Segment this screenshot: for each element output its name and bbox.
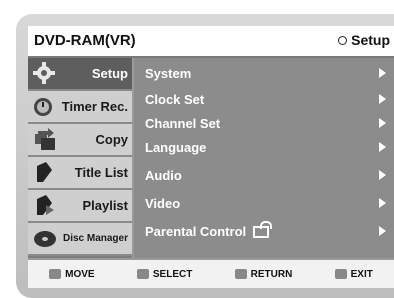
footer-exit-label: EXIT xyxy=(350,268,373,280)
menu-item-label: Clock Set xyxy=(145,91,205,107)
menu-item-parental-control[interactable]: Parental Control xyxy=(134,219,394,243)
sidebar-item-label: Timer Rec. xyxy=(61,99,128,114)
mode-label: Setup xyxy=(351,32,390,48)
sidebar-item-label: Disc Manager xyxy=(62,233,128,244)
sidebar-item-label: Copy xyxy=(95,132,129,147)
menu-item-label: Video xyxy=(145,195,181,211)
arrow-right-icon xyxy=(379,68,386,78)
menu-item-label: Channel Set xyxy=(145,115,221,131)
footer-exit: EXIT xyxy=(334,268,373,280)
arrow-right-icon xyxy=(379,198,386,208)
menu-item-label: Parental Control xyxy=(145,223,247,239)
sidebar-item-label: Playlist xyxy=(82,198,128,213)
setup-menu: System Clock Set Channel Set Language Au… xyxy=(134,58,394,258)
arrow-right-icon xyxy=(379,118,386,128)
footer-return-label: RETURN xyxy=(250,268,293,280)
return-icon xyxy=(234,269,247,279)
copy-icon xyxy=(35,128,55,150)
sidebar-item-disc-manager[interactable]: Disc Manager xyxy=(28,223,132,256)
menu-item-language[interactable]: Language xyxy=(134,135,394,159)
lock-icon xyxy=(253,221,273,238)
clock-icon xyxy=(34,98,52,116)
sidebar-item-label: Setup xyxy=(91,66,128,81)
header-bar: DVD-RAM(VR) Setup xyxy=(28,26,394,58)
sidebar-item-label: Title List xyxy=(74,165,128,180)
footer-return: RETURN xyxy=(234,268,293,280)
sidebar-item-copy[interactable]: Copy xyxy=(28,124,132,157)
menu-item-audio[interactable]: Audio xyxy=(134,163,394,187)
sidebar-item-playlist[interactable]: Playlist xyxy=(28,190,132,223)
footer-select-label: SELECT xyxy=(152,268,193,280)
menu-item-system[interactable]: System xyxy=(134,61,394,85)
select-icon xyxy=(136,269,149,279)
disc-icon xyxy=(34,231,56,247)
mode-indicator: Setup xyxy=(338,32,390,48)
title-list-icon xyxy=(37,162,52,182)
playlist-icon xyxy=(37,195,54,215)
arrow-right-icon xyxy=(379,226,386,236)
menu-item-label: System xyxy=(145,65,192,81)
menu-item-label: Language xyxy=(145,139,207,155)
arrow-right-icon xyxy=(379,94,386,104)
menu-item-video[interactable]: Video xyxy=(134,191,394,215)
sidebar-item-setup[interactable]: Setup xyxy=(28,58,132,91)
move-icon xyxy=(49,269,62,279)
sidebar: Setup Timer Rec. Copy Title List Playlis… xyxy=(28,58,132,258)
disc-type-title: DVD-RAM(VR) xyxy=(34,32,136,49)
menu-item-clock-set[interactable]: Clock Set xyxy=(134,87,394,111)
footer-move-label: MOVE xyxy=(65,268,95,280)
sidebar-item-timer-rec[interactable]: Timer Rec. xyxy=(28,91,132,124)
sidebar-item-title-list[interactable]: Title List xyxy=(28,157,132,190)
menu-item-label: Audio xyxy=(145,167,182,183)
arrow-right-icon xyxy=(379,142,386,152)
footer-move: MOVE xyxy=(49,268,95,280)
arrow-right-icon xyxy=(379,170,386,180)
circle-icon xyxy=(338,35,348,45)
footer-help-bar: MOVE SELECT RETURN EXIT xyxy=(28,260,394,288)
menu-item-channel-set[interactable]: Channel Set xyxy=(134,111,394,135)
gear-icon xyxy=(33,62,55,84)
exit-icon xyxy=(334,269,347,279)
footer-select: SELECT xyxy=(136,268,193,280)
